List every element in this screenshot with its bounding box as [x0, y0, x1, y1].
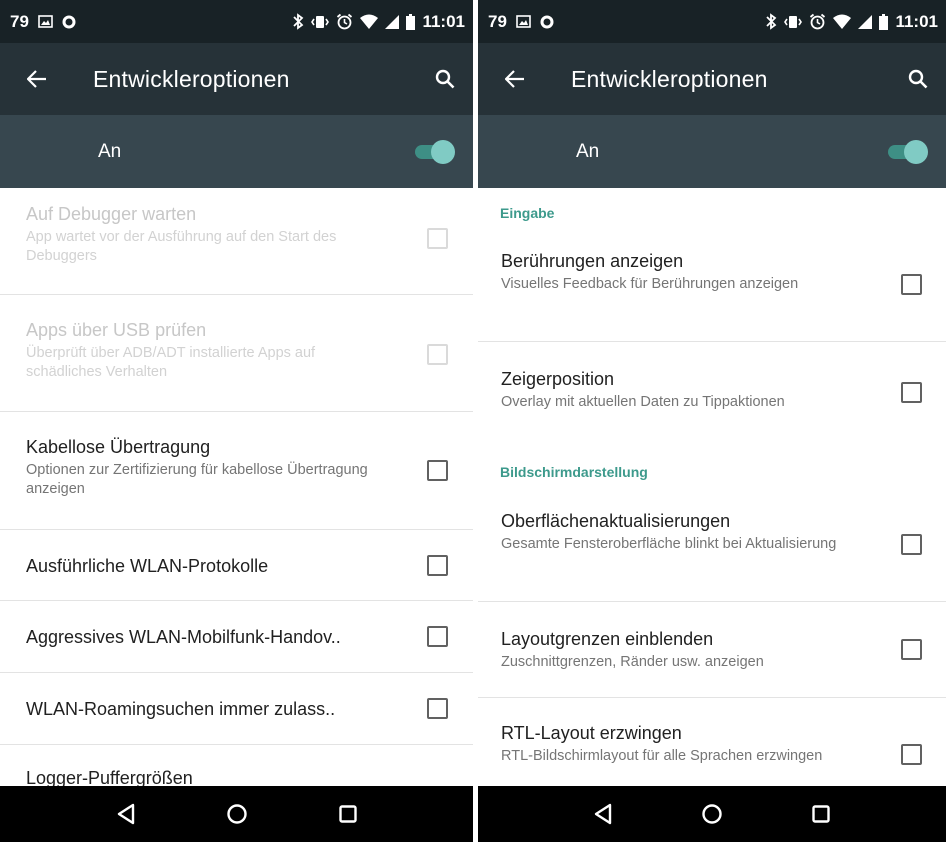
pref-wifi-roaming-scans[interactable]: WLAN-Roamingsuchen immer zulass.. [0, 673, 473, 745]
vibrate-icon [311, 14, 330, 30]
pref-title: Apps über USB prüfen [26, 320, 207, 340]
pref-logger-buffer-sizes[interactable]: Logger-Puffergrößen [0, 745, 473, 786]
checkbox[interactable] [901, 534, 922, 555]
pref-summary: Optionen zur Zertifizierung für kabellos… [26, 462, 368, 497]
pref-wait-for-debugger[interactable]: Auf Debugger warten App wartet vor der A… [0, 188, 473, 295]
pref-title: RTL-Layout erzwingen [501, 723, 682, 743]
master-toggle-switch[interactable] [884, 139, 928, 165]
vibrate-icon [784, 14, 803, 30]
back-triangle-icon[interactable] [111, 799, 141, 829]
checkbox[interactable] [901, 639, 922, 660]
notification-count: 79 [488, 11, 507, 31]
phone-screen-left: 79 11:01 Entwickleroptionen An Auf Debug… [0, 0, 473, 842]
checkbox[interactable] [427, 460, 448, 481]
signal-icon [858, 14, 873, 29]
notification-count: 79 [10, 11, 29, 31]
navigation-bar [478, 786, 946, 842]
back-triangle-icon[interactable] [588, 799, 618, 829]
master-switch-bar[interactable]: An [0, 115, 473, 188]
preferences-list: Auf Debugger warten App wartet vor der A… [0, 188, 473, 786]
pref-title: Logger-Puffergrößen [26, 768, 193, 786]
status-time: 11:01 [422, 11, 465, 31]
wifi-icon [833, 14, 852, 29]
checkbox[interactable] [901, 274, 922, 295]
battery-icon [879, 13, 889, 30]
category-header-display: Bildschirmdarstellung [500, 464, 648, 480]
master-toggle-switch[interactable] [411, 139, 455, 165]
master-switch-label: An [98, 140, 122, 162]
pref-summary: RTL-Bildschirmlayout für alle Sprachen e… [501, 748, 823, 764]
home-circle-icon[interactable] [222, 799, 252, 829]
master-switch-bar[interactable]: An [478, 115, 946, 188]
sync-icon [62, 15, 76, 29]
pref-surface-updates[interactable]: Oberflächenaktualisierungen Gesamte Fens… [478, 490, 946, 602]
recents-square-icon[interactable] [333, 799, 363, 829]
bluetooth-icon [292, 13, 304, 30]
pref-summary: Gesamte Fensteroberfläche blinkt bei Akt… [501, 536, 837, 552]
status-bar: 79 11:01 [478, 0, 946, 43]
pref-summary: App wartet vor der Ausführung auf den St… [26, 229, 337, 264]
home-circle-icon[interactable] [697, 799, 727, 829]
sync-icon [540, 15, 554, 29]
switch-thumb [904, 139, 928, 164]
pref-summary: Überprüft über ADB/ADT installierte Apps… [26, 345, 316, 380]
checkbox[interactable] [427, 555, 448, 576]
app-toolbar: Entwickleroptionen [478, 43, 946, 115]
screens-container: 79 11:01 Entwickleroptionen An Auf Debug… [0, 0, 946, 842]
page-title: Entwickleroptionen [571, 65, 768, 92]
pref-title: Oberflächenaktualisierungen [501, 511, 731, 531]
pref-title: Kabellose Übertragung [26, 437, 211, 457]
status-time: 11:01 [895, 11, 938, 31]
pref-title: WLAN-Roamingsuchen immer zulass.. [26, 699, 336, 719]
back-arrow-icon[interactable] [25, 67, 49, 91]
pref-title: Aggressives WLAN-Mobilfunk-Handov.. [26, 627, 341, 647]
switch-thumb [431, 139, 455, 164]
status-bar: 79 11:01 [0, 0, 473, 43]
pref-verify-apps-usb[interactable]: Apps über USB prüfen Überprüft über ADB/… [0, 295, 473, 412]
battery-icon [406, 13, 416, 30]
alarm-icon [336, 13, 353, 30]
pref-summary: Zuschnittgrenzen, Ränder usw. anzeigen [501, 654, 764, 670]
alarm-icon [809, 13, 826, 30]
master-switch-label: An [576, 140, 600, 162]
back-arrow-icon[interactable] [503, 67, 527, 91]
checkbox[interactable] [427, 626, 448, 647]
pref-verbose-wifi-logging[interactable]: Ausführliche WLAN-Protokolle [0, 530, 473, 601]
image-icon [38, 15, 53, 28]
checkbox[interactable] [427, 344, 448, 365]
pref-summary: Visuelles Feedback für Berührungen anzei… [501, 276, 799, 292]
wifi-icon [360, 14, 379, 29]
recents-square-icon[interactable] [806, 799, 836, 829]
bluetooth-icon [765, 13, 777, 30]
pref-title: Layoutgrenzen einblenden [501, 629, 714, 649]
pref-title: Auf Debugger warten [26, 204, 197, 224]
navigation-bar [0, 786, 473, 842]
pref-title: Zeigerposition [501, 369, 615, 389]
image-icon [516, 15, 531, 28]
app-toolbar: Entwickleroptionen [0, 43, 473, 115]
pref-aggressive-wifi-handover[interactable]: Aggressives WLAN-Mobilfunk-Handov.. [0, 601, 473, 673]
search-icon[interactable] [433, 67, 457, 91]
phone-screen-right: 79 11:01 Entwickleroptionen An Eingabe B… [478, 0, 946, 842]
pref-title: Berührungen anzeigen [501, 251, 684, 271]
pref-show-touches[interactable]: Berührungen anzeigen Visuelles Feedback … [478, 232, 946, 342]
checkbox[interactable] [901, 744, 922, 765]
pref-title: Ausführliche WLAN-Protokolle [26, 556, 269, 576]
checkbox[interactable] [901, 382, 922, 403]
pref-force-rtl[interactable]: RTL-Layout erzwingen RTL-Bildschirmlayou… [478, 698, 946, 786]
checkbox[interactable] [427, 698, 448, 719]
signal-icon [385, 14, 400, 29]
preferences-list: Eingabe Berührungen anzeigen Visuelles F… [478, 188, 946, 786]
pref-wireless-display[interactable]: Kabellose Übertragung Optionen zur Zerti… [0, 412, 473, 530]
page-title: Entwickleroptionen [93, 65, 290, 92]
pref-pointer-location[interactable]: Zeigerposition Overlay mit aktuellen Dat… [478, 342, 946, 442]
checkbox[interactable] [427, 228, 448, 249]
search-icon[interactable] [906, 67, 930, 91]
pref-layout-bounds[interactable]: Layoutgrenzen einblenden Zuschnittgrenze… [478, 602, 946, 698]
category-header-input: Eingabe [500, 205, 555, 221]
pref-summary: Overlay mit aktuellen Daten zu Tippaktio… [501, 394, 785, 410]
